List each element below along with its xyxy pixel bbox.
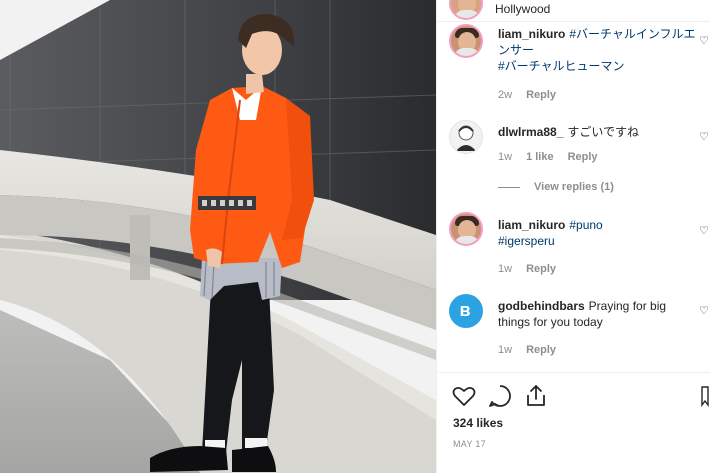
hashtag-link[interactable]: #puno xyxy=(569,218,602,232)
hashtag-link[interactable]: #igersperu xyxy=(498,234,555,248)
comment-time[interactable]: 1w xyxy=(498,151,512,163)
post-photo[interactable] xyxy=(0,0,436,473)
comment-meta: 1w Reply xyxy=(498,263,570,275)
comment-time[interactable]: 1w xyxy=(498,344,512,356)
reply-button[interactable]: Reply xyxy=(568,151,598,163)
commenter-avatar[interactable] xyxy=(449,24,483,58)
commenter-avatar[interactable] xyxy=(449,120,483,154)
photo-scene xyxy=(0,0,436,473)
speech-bubble-icon[interactable] xyxy=(487,383,513,409)
comment-meta: 1w Reply xyxy=(498,344,570,356)
comment-time[interactable]: 2w xyxy=(498,89,512,101)
comment-meta: 1w 1 like Reply xyxy=(498,151,612,163)
brand-logo-icon: ʙ xyxy=(459,300,471,320)
reply-button[interactable]: Reply xyxy=(526,344,556,356)
comment-username[interactable]: dlwlrma88_ xyxy=(498,125,563,139)
commenter-avatar[interactable]: ʙ xyxy=(449,294,483,328)
comment-text: godbehindbars Praying for big things for … xyxy=(498,298,698,330)
comment-username[interactable]: godbehindbars xyxy=(498,299,585,313)
post-date[interactable]: MAY 17 xyxy=(453,439,486,449)
comment-text: liam_nikuro #バーチャルインフルエンサー #バーチャルヒューマン xyxy=(498,26,698,74)
comment-heart-icon[interactable]: ♡ xyxy=(699,34,709,47)
comment-username[interactable]: liam_nikuro xyxy=(498,218,565,232)
comment-heart-icon[interactable]: ♡ xyxy=(699,304,709,317)
reply-divider xyxy=(498,186,520,188)
comment-heart-icon[interactable]: ♡ xyxy=(699,224,709,237)
author-avatar[interactable] xyxy=(449,0,483,20)
comments-list[interactable]: liam_nikuro #バーチャルインフルエンサー #バーチャルヒューマン 2w… xyxy=(437,22,710,372)
comment-username[interactable]: liam_nikuro xyxy=(498,27,565,41)
comment-like-count[interactable]: 1 like xyxy=(526,151,554,163)
like-count[interactable]: 324 likes xyxy=(453,416,503,430)
comment-text: dlwlrma88_ すごいですね xyxy=(498,124,698,140)
comment-body: すごいですね xyxy=(567,125,640,139)
comment-meta: 2w Reply xyxy=(498,89,570,101)
bookmark-icon[interactable] xyxy=(701,383,709,409)
hashtag-link[interactable]: #バーチャルヒューマン xyxy=(498,59,625,73)
share-upload-icon[interactable] xyxy=(523,383,549,409)
sketch-avatar-icon xyxy=(456,125,476,151)
heart-outline-icon[interactable] xyxy=(451,383,477,409)
comment-heart-icon[interactable]: ♡ xyxy=(699,130,709,143)
comment-text: liam_nikuro #puno #igersperu xyxy=(498,217,698,249)
view-replies-button[interactable]: View replies (1) xyxy=(498,181,614,193)
post-location[interactable]: Hollywood xyxy=(495,2,550,16)
post-actions: 324 likes MAY 17 xyxy=(437,372,710,473)
commenter-avatar[interactable] xyxy=(449,212,483,246)
reply-button[interactable]: Reply xyxy=(526,89,556,101)
reply-button[interactable]: Reply xyxy=(526,263,556,275)
post-header: Hollywood xyxy=(437,0,710,22)
comment-time[interactable]: 1w xyxy=(498,263,512,275)
post-sidebar: Hollywood liam_nikuro #バーチャルインフルエンサー #バーチ… xyxy=(436,0,710,473)
view-replies-label: View replies (1) xyxy=(534,181,614,193)
